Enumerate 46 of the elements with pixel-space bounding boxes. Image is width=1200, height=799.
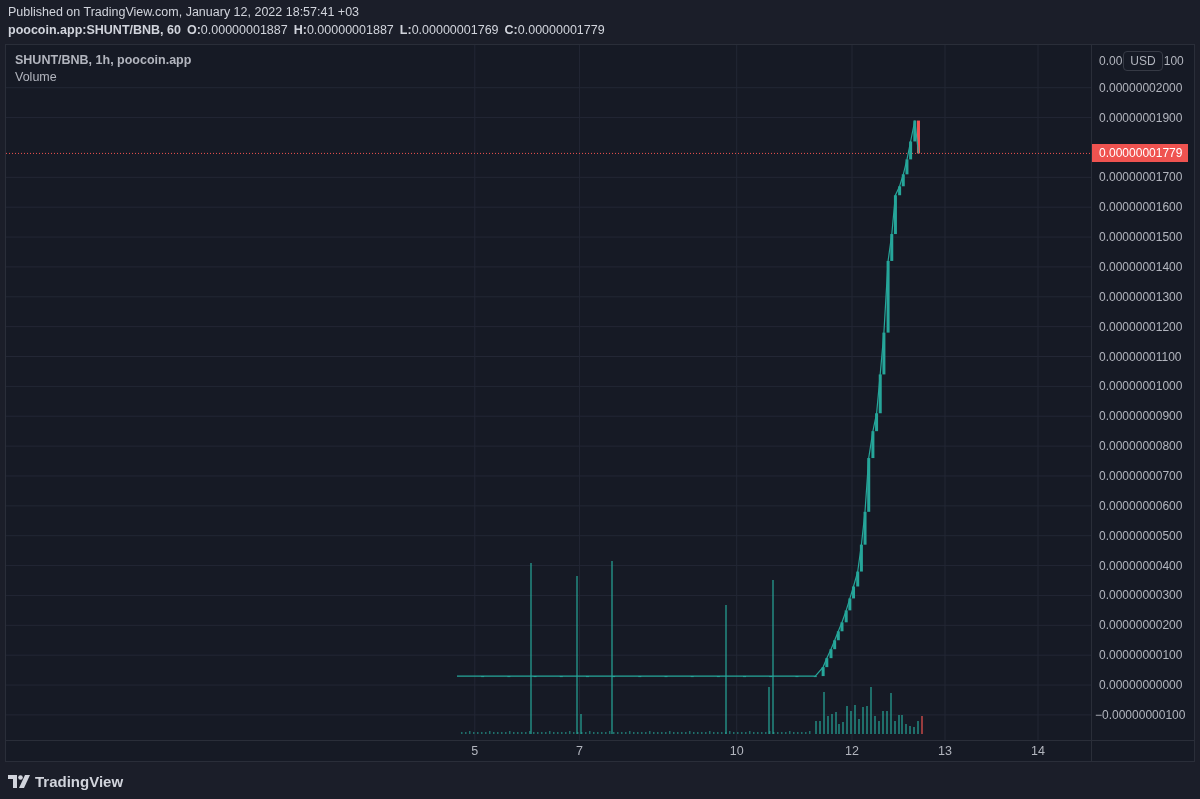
- volume-legend[interactable]: Volume: [15, 69, 192, 86]
- axis-label: 0.00000001700: [1099, 170, 1183, 185]
- axis-label: 0.00000002000: [1099, 80, 1183, 95]
- axis-label: 10: [728, 744, 745, 758]
- axis-label: 0.00000001000: [1099, 379, 1183, 394]
- axis-label: 0.00000001200: [1099, 319, 1183, 334]
- axis-label: 0.00000000400: [1099, 558, 1183, 573]
- axis-label: 0.00000000600: [1099, 498, 1183, 513]
- symbol-title: poocoin.app:SHUNT/BNB, 60: [8, 22, 181, 39]
- ohlc-key: L:: [399, 21, 412, 39]
- brand-name: TradingView: [35, 772, 124, 792]
- ohlc-key: O:: [186, 21, 201, 39]
- axis-label: 14: [1030, 744, 1046, 758]
- ohlc-value: 0.00000001887: [200, 22, 288, 39]
- axis-label: 0.00000000900: [1099, 409, 1183, 424]
- axis-label: 0.00000000300: [1099, 588, 1183, 603]
- axis-label: 0.00000000500: [1099, 528, 1183, 543]
- axis-label: 0.00000000100: [1099, 648, 1183, 663]
- axis-label: 0.00000000200: [1099, 618, 1183, 633]
- axis-label: 0.00000001500: [1099, 230, 1183, 245]
- axis-label: 0.00: [1099, 53, 1123, 70]
- axis-label: 12: [844, 744, 860, 758]
- ohlc-value: 0.00000001779: [517, 22, 605, 39]
- series-legend[interactable]: SHUNT/BNB, 1h, poocoin.app: [15, 52, 192, 69]
- ohlc-key: C:: [504, 21, 518, 39]
- axis-label: 0.00000001100: [1099, 349, 1182, 364]
- axis-label: 0.00000001600: [1099, 200, 1183, 215]
- ohlc-value: 0.00000001887: [306, 22, 394, 39]
- tradingview-logo-icon: [8, 775, 30, 790]
- axis-label: 0.00000001900: [1099, 110, 1183, 125]
- published-note: Published on TradingView.com, January 12, 2022 18:57:41 +03: [8, 4, 360, 21]
- ohlc-key: H:: [293, 21, 307, 39]
- currency-badge[interactable]: USD: [1123, 51, 1163, 71]
- axis-label: 0.00000001400: [1099, 259, 1183, 274]
- last-price-label: 0.00000001779: [1092, 144, 1188, 163]
- axis-label: 100: [1163, 53, 1184, 70]
- axis-label: 0.00000000700: [1099, 468, 1183, 483]
- time-axis[interactable]: 5 7 10 12 13 14: [6, 741, 1091, 761]
- axis-label: 0.00000000800: [1099, 439, 1183, 454]
- axis-label: 7: [575, 744, 585, 758]
- axis-label: 0.00000000000: [1099, 678, 1183, 693]
- axis-label: −0.00000000100: [1095, 707, 1186, 722]
- axis-label: 5: [470, 744, 480, 758]
- axis-label: 13: [937, 744, 953, 758]
- ohlc-value: 0.00000001769: [411, 22, 499, 39]
- axis-label: 0.00000001300: [1099, 289, 1183, 304]
